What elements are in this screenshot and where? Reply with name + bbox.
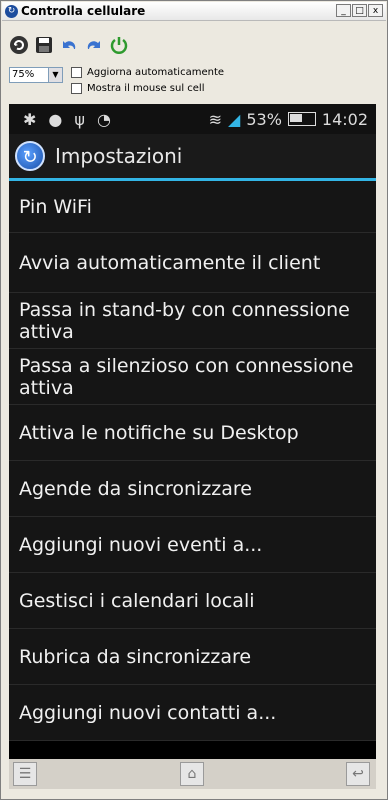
- bug-icon: ✱: [23, 109, 37, 129]
- zoom-select[interactable]: 75% ▼: [9, 67, 63, 83]
- settings-item-auto-start[interactable]: Avvia automaticamente il client: [9, 233, 376, 293]
- status-bar: ✱ ● ψ ◔ ≋ ◢ 53% 14:02: [9, 104, 376, 134]
- app-window: ↻ Controlla cellulare _ □ x 75% ▼ Aggior…: [0, 0, 388, 800]
- settings-item-standby[interactable]: Passa in stand-by con connessione attiva: [9, 293, 376, 349]
- usb-icon: ψ: [74, 109, 85, 129]
- system-icons: ≋ ◢ 53% 14:02: [209, 110, 368, 129]
- home-icon[interactable]: ⌂: [180, 762, 204, 786]
- action-bar: ↻ Impostazioni: [9, 134, 376, 181]
- phone-screen[interactable]: ✱ ● ψ ◔ ≋ ◢ 53% 14:02 ↻ Impostazioni Pin…: [9, 104, 376, 759]
- maximize-button[interactable]: □: [352, 4, 367, 17]
- toolbar: [9, 35, 129, 55]
- show-mouse-checkbox[interactable]: Mostra il mouse sul cell: [71, 83, 204, 94]
- save-icon[interactable]: [34, 35, 54, 55]
- auto-update-checkbox[interactable]: Aggiorna automaticamente: [71, 67, 224, 78]
- settings-item-contacts-sync[interactable]: Rubrica da sincronizzare: [9, 629, 376, 685]
- redo-icon[interactable]: [84, 35, 104, 55]
- settings-item-add-contacts[interactable]: Aggiungi nuovi contatti a...: [9, 685, 376, 741]
- close-button[interactable]: x: [368, 4, 383, 17]
- refresh-icon[interactable]: [9, 35, 29, 55]
- sync-icon: ◔: [96, 109, 111, 129]
- settings-item-desktop-notifications[interactable]: Attiva le notifiche su Desktop: [9, 405, 376, 461]
- power-icon[interactable]: [109, 35, 129, 55]
- minimize-button[interactable]: _: [336, 4, 351, 17]
- messenger-icon: ●: [48, 109, 63, 129]
- clock: 14:02: [321, 109, 368, 129]
- show-mouse-label: Mostra il mouse sul cell: [87, 83, 205, 94]
- settings-item-silent[interactable]: Passa a silenzioso con connessione attiv…: [9, 349, 376, 405]
- window-controls: _ □ x: [336, 4, 383, 17]
- app-icon: ↻: [5, 4, 18, 18]
- app-logo-icon[interactable]: ↻: [15, 141, 45, 171]
- zoom-value: 75%: [12, 69, 35, 80]
- checkbox-box[interactable]: [71, 83, 82, 94]
- checkbox-box[interactable]: [71, 67, 82, 78]
- back-icon[interactable]: ↩: [346, 762, 370, 786]
- auto-update-label: Aggiorna automaticamente: [87, 67, 225, 78]
- settings-item-local-calendars[interactable]: Gestisci i calendari locali: [9, 573, 376, 629]
- undo-icon[interactable]: [59, 35, 79, 55]
- settings-item-pin-wifi[interactable]: Pin WiFi: [9, 181, 376, 233]
- window-title: Controlla cellulare: [21, 4, 146, 18]
- wifi-icon: ≋: [208, 109, 223, 129]
- settings-list: Pin WiFi Avvia automaticamente il client…: [9, 181, 376, 741]
- notification-icons: ✱ ● ψ ◔: [23, 110, 111, 129]
- settings-item-calendars-sync[interactable]: Agende da sincronizzare: [9, 461, 376, 517]
- chevron-down-icon[interactable]: ▼: [48, 68, 62, 82]
- battery-icon: [287, 112, 316, 126]
- page-title: Impostazioni: [55, 144, 183, 168]
- menu-icon[interactable]: ☰: [13, 762, 37, 786]
- title-bar: ↻ Controlla cellulare _ □ x: [2, 2, 386, 21]
- phone-nav-bar: ☰ ⌂ ↩: [9, 759, 376, 789]
- signal-icon: ◢: [228, 109, 241, 129]
- battery-percent: 53%: [246, 109, 282, 129]
- settings-item-add-events[interactable]: Aggiungi nuovi eventi a...: [9, 517, 376, 573]
